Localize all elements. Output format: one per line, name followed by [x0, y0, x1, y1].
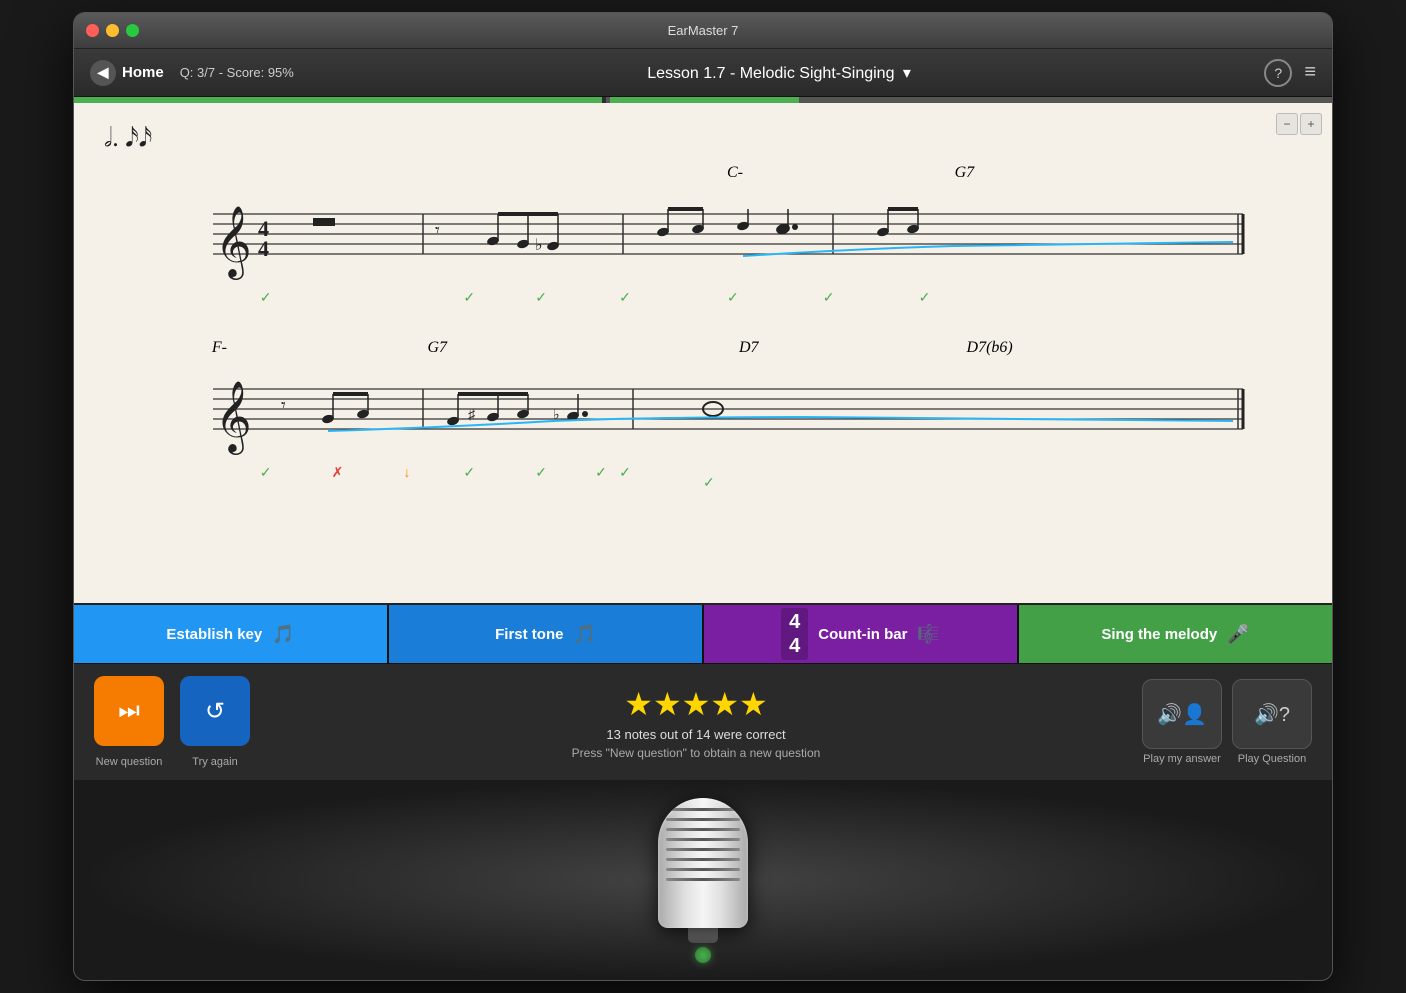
play-question-label: Play Question	[1238, 753, 1306, 765]
stars-display: ★★★★★	[624, 685, 767, 723]
play-buttons: 🔊👤 Play my answer 🔊? Play Question	[1142, 679, 1312, 765]
sheet-area: − + 𝅗𝅥. 𝅘𝅥𝅯𝅘𝅥𝅯 C- G7 𝄞 4 4	[74, 103, 1332, 603]
svg-text:𝄾: 𝄾	[281, 395, 286, 415]
svg-text:𝄾: 𝄾	[435, 220, 440, 240]
establish-key-button[interactable]: Establish key 🎵	[74, 605, 387, 663]
chord-g72: G7	[427, 339, 447, 357]
action-row: Establish key 🎵 First tone 🎵 4 4 Count-i…	[74, 603, 1332, 663]
header-bar: ◀ Home Q: 3/7 - Score: 95% Lesson 1.7 - …	[74, 49, 1332, 97]
help-button[interactable]: ?	[1264, 59, 1292, 87]
svg-text:𝄞: 𝄞	[215, 206, 252, 280]
close-button[interactable]	[86, 24, 99, 37]
mic-area	[74, 780, 1332, 980]
sing-melody-button[interactable]: Sing the melody 🎤	[1019, 605, 1332, 663]
play-my-answer-button[interactable]: 🔊👤	[1142, 679, 1222, 749]
rhythm-symbols: 𝅗𝅥. 𝅘𝅥𝅯𝅘𝅥𝅯	[104, 123, 1302, 154]
chord-d7: D7	[739, 339, 759, 357]
establish-key-icon: 🎵	[272, 624, 294, 645]
sing-melody-label: Sing the melody	[1101, 626, 1217, 643]
new-question-label: New question	[96, 756, 163, 768]
next-icon: ⏭	[118, 697, 140, 725]
play-answer-label: Play my answer	[1143, 753, 1221, 765]
try-again-button[interactable]: ↺	[180, 676, 250, 746]
lesson-title: Lesson 1.7 - Melodic Sight-Singing ▾	[310, 63, 1248, 83]
count-in-label: Count-in bar	[818, 626, 907, 643]
svg-text:𝄞: 𝄞	[215, 381, 252, 455]
first-tone-label: First tone	[495, 626, 563, 643]
mic-grill	[666, 808, 740, 881]
sing-icon: 🎤	[1227, 624, 1249, 645]
header-icons: ? ≡	[1264, 59, 1316, 87]
first-tone-button[interactable]: First tone 🎵	[389, 605, 702, 663]
score-note: 13 notes out of 14 were correct	[606, 727, 785, 742]
chord-labels-row1: C- G7	[104, 164, 1302, 192]
checkmarks-row1: ✓ ✓ ✓ ✓ ✓ ✓ ✓	[104, 289, 1302, 309]
retry-icon: ↺	[205, 697, 225, 726]
establish-key-label: Establish key	[166, 626, 262, 643]
window-title: EarMaster 7	[668, 23, 739, 38]
staff-svg-1: 𝄞 4 4 𝄾 ♭	[104, 194, 1302, 284]
zoom-controls: − +	[1276, 113, 1322, 135]
chord-d7b6: D7(b6)	[967, 339, 1013, 357]
count-in-button[interactable]: 4 4 Count-in bar 🎼	[704, 605, 1017, 663]
score-hint: Press "New question" to obtain a new que…	[572, 746, 821, 760]
play-question-button[interactable]: 🔊?	[1232, 679, 1312, 749]
app-window: EarMaster 7 ◀ Home Q: 3/7 - Score: 95% L…	[73, 12, 1333, 981]
staff-svg-2: 𝄞 𝄾 ♯ ♭	[104, 369, 1302, 459]
mic-button[interactable]	[695, 947, 711, 963]
count-in-time-sig: 4 4	[781, 608, 808, 660]
svg-text:4: 4	[258, 236, 269, 261]
home-button[interactable]: ◀ Home	[90, 60, 164, 86]
back-arrow-icon: ◀	[90, 60, 116, 86]
chord-g7: G7	[955, 164, 975, 182]
mic-base	[688, 928, 718, 943]
svg-text:♭: ♭	[535, 237, 543, 254]
score-center: ★★★★★ 13 notes out of 14 were correct Pr…	[266, 685, 1126, 760]
try-again-label: Try again	[192, 756, 237, 768]
chord-labels-row2: F- G7 D7 D7(b6)	[104, 339, 1302, 367]
zoom-in-button[interactable]: +	[1300, 113, 1322, 135]
staff-row-2: 𝄞 𝄾 ♯ ♭	[104, 369, 1302, 492]
minimize-button[interactable]	[106, 24, 119, 37]
svg-text:♯: ♯	[468, 408, 476, 423]
speaker-person-icon: 🔊👤	[1157, 702, 1207, 727]
checkmarks-row2: ✓ ✗ ↓ ✓ ✓ ✓ ✓ ✓	[104, 464, 1302, 492]
chord-fm: F-	[212, 339, 227, 357]
count-in-icon: 🎼	[917, 624, 939, 645]
chord-cm: C-	[727, 164, 743, 182]
mic-body	[658, 798, 748, 928]
menu-button[interactable]: ≡	[1304, 61, 1316, 84]
microphone	[658, 798, 748, 963]
maximize-button[interactable]	[126, 24, 139, 37]
speaker-question-icon: 🔊?	[1254, 702, 1290, 727]
first-tone-icon: 🎵	[573, 624, 595, 645]
title-bar: EarMaster 7	[74, 13, 1332, 49]
zoom-out-button[interactable]: −	[1276, 113, 1298, 135]
score-display: Q: 3/7 - Score: 95%	[180, 65, 294, 80]
new-question-button[interactable]: ⏭	[94, 676, 164, 746]
results-row: ⏭ New question ↺ Try again ★★★★★ 13 note…	[74, 663, 1332, 780]
traffic-lights	[86, 24, 139, 37]
staff-row-1: 𝄞 4 4 𝄾 ♭	[104, 194, 1302, 309]
